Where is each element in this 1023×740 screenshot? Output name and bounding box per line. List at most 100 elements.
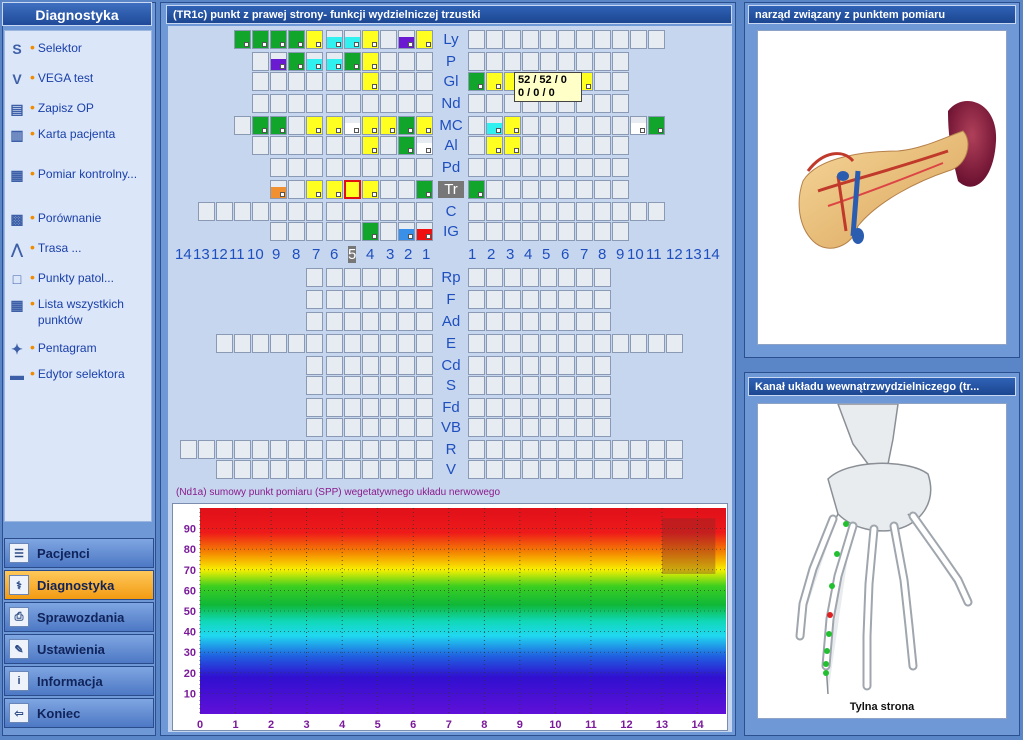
measure-cell-bottom-right[interactable] [576, 334, 593, 353]
measure-cell-bottom-left[interactable] [344, 398, 361, 417]
measure-cell-top-left[interactable] [362, 180, 379, 199]
measure-cell-bottom-left[interactable] [380, 398, 397, 417]
meridian-label-r[interactable]: R [438, 441, 464, 458]
measure-cell-bottom-right[interactable] [666, 440, 683, 459]
measure-cell-top-right[interactable] [630, 116, 647, 135]
measure-cell-top-right[interactable] [576, 52, 593, 71]
point-number-left-4[interactable]: 4 [366, 246, 374, 263]
measure-cell-top-left[interactable] [306, 72, 323, 91]
measure-cell-top-right[interactable] [522, 136, 539, 155]
nav-button-koniec[interactable]: ⇦ Koniec [4, 698, 154, 728]
measure-cell-bottom-right[interactable] [648, 334, 665, 353]
measure-cell-bottom-left[interactable] [288, 460, 305, 479]
measure-cell-top-left[interactable] [380, 158, 397, 177]
measure-cell-bottom-left[interactable] [326, 418, 343, 437]
measure-cell-top-right[interactable] [558, 202, 575, 221]
measure-cell-top-left[interactable] [270, 158, 287, 177]
measure-cell-top-left[interactable] [288, 94, 305, 113]
measure-cell-top-left[interactable] [252, 30, 269, 49]
measure-cell-bottom-left[interactable] [326, 460, 343, 479]
measure-cell-bottom-left[interactable] [252, 334, 269, 353]
measure-cell-bottom-right[interactable] [486, 312, 503, 331]
point-number-right-7[interactable]: 7 [580, 246, 588, 263]
measure-cell-bottom-left[interactable] [416, 290, 433, 309]
measure-cell-top-left[interactable] [362, 136, 379, 155]
measure-cell-bottom-right[interactable] [558, 418, 575, 437]
meridian-label-ly[interactable]: Ly [438, 31, 464, 48]
measure-cell-bottom-right[interactable] [558, 312, 575, 331]
measure-cell-top-right[interactable] [576, 180, 593, 199]
measure-cell-bottom-right[interactable] [540, 418, 557, 437]
measure-cell-top-left[interactable] [270, 222, 287, 241]
nav-button-ustawienia[interactable]: ✎ Ustawienia [4, 634, 154, 664]
measure-cell-top-right[interactable] [612, 94, 629, 113]
measure-cell-top-left[interactable] [398, 116, 415, 135]
measure-cell-top-left[interactable] [362, 222, 379, 241]
measure-cell-bottom-left[interactable] [326, 290, 343, 309]
sidebar-item-7[interactable]: □ • Punkty patol... [8, 270, 148, 288]
measure-cell-bottom-right[interactable] [486, 376, 503, 395]
measure-cell-bottom-left[interactable] [306, 440, 323, 459]
measure-cell-bottom-left[interactable] [398, 312, 415, 331]
measure-cell-top-right[interactable] [504, 116, 521, 135]
measure-cell-bottom-right[interactable] [468, 376, 485, 395]
measure-cell-bottom-left[interactable] [416, 418, 433, 437]
measure-cell-top-left[interactable] [380, 94, 397, 113]
measure-cell-top-right[interactable] [576, 30, 593, 49]
measure-cell-bottom-left[interactable] [380, 268, 397, 287]
measure-cell-top-right[interactable] [540, 116, 557, 135]
measure-cell-top-left[interactable] [326, 52, 343, 71]
measure-cell-top-right[interactable] [468, 116, 485, 135]
measure-cell-bottom-right[interactable] [486, 440, 503, 459]
measure-cell-bottom-right[interactable] [468, 440, 485, 459]
measure-cell-top-right[interactable] [522, 116, 539, 135]
measure-cell-bottom-right[interactable] [486, 268, 503, 287]
measure-cell-bottom-left[interactable] [270, 334, 287, 353]
measure-cell-bottom-left[interactable] [270, 460, 287, 479]
measure-cell-top-right[interactable] [558, 30, 575, 49]
measure-cell-bottom-left[interactable] [380, 460, 397, 479]
measure-cell-top-left[interactable] [344, 30, 361, 49]
meridian-label-nd[interactable]: Nd [438, 95, 464, 112]
sidebar-item-2[interactable]: ▤ • Zapisz OP [8, 100, 148, 118]
sidebar-item-3[interactable]: ▥ • Karta pacjenta [8, 126, 148, 144]
measure-cell-bottom-left[interactable] [416, 268, 433, 287]
measure-cell-bottom-left[interactable] [326, 312, 343, 331]
measure-cell-top-right[interactable] [468, 222, 485, 241]
measure-cell-top-right[interactable] [594, 202, 611, 221]
measure-cell-top-left[interactable] [416, 136, 433, 155]
measure-cell-top-right[interactable] [522, 222, 539, 241]
measure-cell-bottom-left[interactable] [216, 440, 233, 459]
measure-cell-top-right[interactable] [594, 94, 611, 113]
measure-cell-top-right[interactable] [540, 136, 557, 155]
measure-cell-bottom-left[interactable] [398, 398, 415, 417]
measure-cell-bottom-right[interactable] [522, 312, 539, 331]
measure-cell-bottom-right[interactable] [558, 290, 575, 309]
meridian-label-al[interactable]: Al [438, 137, 464, 154]
measure-cell-bottom-left[interactable] [362, 460, 379, 479]
measure-cell-bottom-left[interactable] [344, 376, 361, 395]
point-number-left-5[interactable]: 5 [348, 246, 357, 263]
measure-cell-top-left[interactable] [252, 202, 269, 221]
point-number-left-6[interactable]: 6 [330, 246, 338, 263]
measure-cell-top-right[interactable] [468, 180, 485, 199]
measure-cell-bottom-left[interactable] [252, 440, 269, 459]
measure-cell-top-right[interactable] [522, 30, 539, 49]
measure-cell-top-right[interactable] [504, 136, 521, 155]
measure-cell-top-left[interactable] [306, 116, 323, 135]
measure-cell-bottom-right[interactable] [504, 312, 521, 331]
measure-cell-top-right[interactable] [648, 30, 665, 49]
measure-cell-bottom-right[interactable] [486, 356, 503, 375]
measure-cell-top-left[interactable] [288, 136, 305, 155]
measure-cell-top-right[interactable] [486, 30, 503, 49]
measure-cell-top-right[interactable] [594, 158, 611, 177]
measure-cell-top-left[interactable] [344, 136, 361, 155]
measure-cell-top-left[interactable] [416, 222, 433, 241]
measure-cell-bottom-left[interactable] [288, 440, 305, 459]
measure-cell-bottom-right[interactable] [504, 290, 521, 309]
measure-cell-bottom-left[interactable] [398, 440, 415, 459]
measure-cell-bottom-right[interactable] [522, 376, 539, 395]
measure-cell-top-left[interactable] [306, 30, 323, 49]
measure-cell-top-right[interactable] [468, 72, 485, 91]
measure-cell-bottom-right[interactable] [504, 440, 521, 459]
